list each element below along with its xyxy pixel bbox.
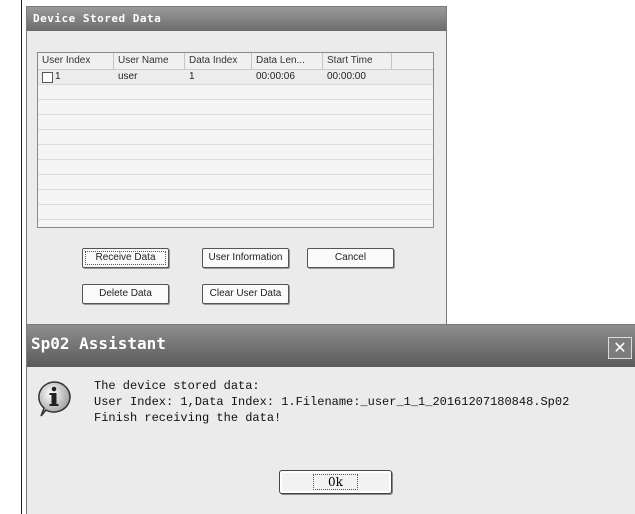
column-header-start-time[interactable]: Start Time — [323, 53, 392, 69]
delete-data-button[interactable]: Delete Data — [82, 284, 169, 304]
column-header-data-index[interactable]: Data Index — [185, 53, 252, 69]
table-row-empty — [38, 130, 433, 145]
table-row-empty — [38, 100, 433, 115]
table-row-empty — [38, 145, 433, 160]
row-checkbox[interactable] — [42, 72, 53, 83]
dialog-title-bar: Sp02 Assistant ✕ — [27, 325, 635, 367]
user-information-button[interactable]: User Information — [202, 248, 289, 268]
table-row[interactable]: 1 user 1 00:00:06 00:00:00 — [38, 70, 433, 85]
ok-button[interactable]: 0k — [279, 470, 392, 494]
cell-data-index: 1 — [189, 71, 195, 82]
cell-user-name: user — [118, 71, 138, 82]
table-row-empty — [38, 115, 433, 130]
column-header-data-length[interactable]: Data Len... — [252, 53, 323, 69]
window-title: Device Stored Data — [27, 7, 446, 31]
table-row-empty — [38, 85, 433, 100]
device-stored-data-window: Device Stored Data User Index User Name … — [26, 6, 447, 326]
receive-data-button[interactable]: Receive Data — [82, 248, 169, 268]
message-line-2: User Index: 1,Data Index: 1.Filename:_us… — [94, 395, 570, 409]
cell-data-length: 00:00:06 — [256, 71, 295, 82]
table-row-empty — [38, 160, 433, 175]
stored-data-table[interactable]: User Index User Name Data Index Data Len… — [37, 52, 434, 228]
info-icon — [38, 381, 71, 417]
cancel-button[interactable]: Cancel — [307, 248, 394, 268]
close-icon[interactable]: ✕ — [608, 337, 632, 359]
table-row-empty — [38, 205, 433, 220]
message-line-1: The device stored data: — [94, 379, 260, 393]
dialog-title: Sp02 Assistant — [31, 334, 166, 353]
ok-button-label: 0k — [313, 474, 358, 490]
column-header-user-index[interactable]: User Index — [38, 53, 114, 69]
column-header-user-name[interactable]: User Name — [114, 53, 185, 69]
table-header: User Index User Name Data Index Data Len… — [38, 53, 433, 70]
clear-user-data-button[interactable]: Clear User Data — [202, 284, 289, 304]
cell-start-time: 00:00:00 — [327, 71, 366, 82]
cell-user-index: 1 — [55, 71, 61, 82]
page-left-rule — [21, 0, 22, 514]
message-line-3: Finish receiving the data! — [94, 411, 282, 425]
spo2-assistant-dialog: Sp02 Assistant ✕ The device stored data:… — [26, 324, 635, 514]
table-row-empty — [38, 175, 433, 190]
table-row-empty — [38, 190, 433, 205]
